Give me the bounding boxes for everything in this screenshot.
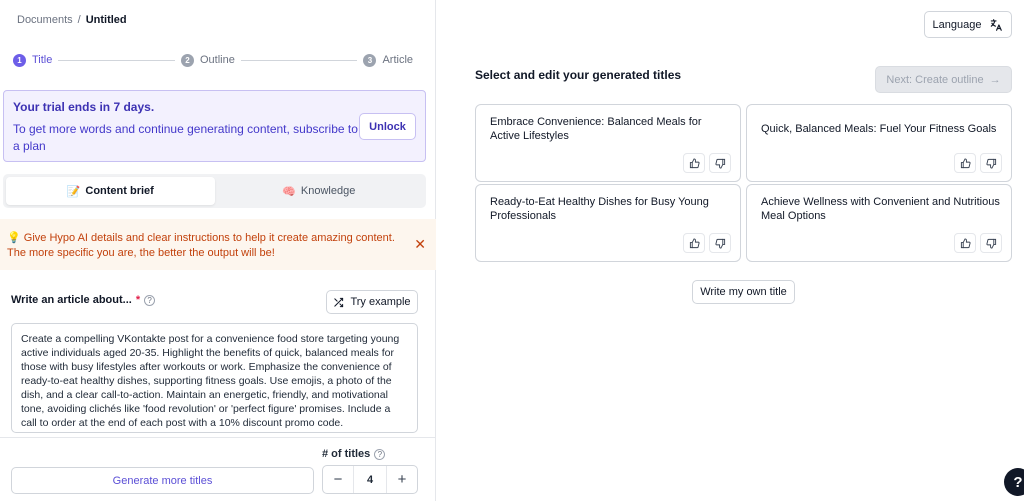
try-example-button[interactable]: Try example <box>326 290 418 314</box>
trial-message: To get more words and continue generatin… <box>13 122 358 153</box>
titles-count-stepper: − 4 + <box>322 465 418 494</box>
tab-knowledge[interactable]: 🧠 Knowledge <box>215 177 424 205</box>
feedback-buttons <box>954 233 1002 253</box>
hint-text: 💡 Give Hypo AI details and clear instruc… <box>7 231 397 261</box>
feedback-buttons <box>954 153 1002 173</box>
memo-icon: 📝 <box>66 185 81 198</box>
close-icon[interactable]: ✕ <box>414 236 426 253</box>
title-text[interactable]: Achieve Wellness with Convenient and Nut… <box>761 195 1001 223</box>
unlock-button[interactable]: Unlock <box>359 113 416 140</box>
tab-label: Knowledge <box>300 185 356 197</box>
breadcrumb-separator: / <box>77 14 81 26</box>
title-card[interactable]: Embrace Convenience: Balanced Meals for … <box>475 104 741 182</box>
hint-message: Give Hypo AI details and clear instructi… <box>7 232 395 259</box>
step-label: Title <box>32 54 53 66</box>
step-title[interactable]: 1 Title <box>13 53 53 67</box>
section-title: Select and edit your generated titles <box>475 68 682 82</box>
article-textarea[interactable]: Create a compelling VKontakte post for a… <box>11 323 418 433</box>
title-text[interactable]: Quick, Balanced Meals: Fuel Your Fitness… <box>761 122 1001 136</box>
titles-count-value[interactable]: 4 <box>353 466 387 493</box>
step-label: Outline <box>199 54 235 66</box>
breadcrumb-documents[interactable]: Documents <box>17 14 73 26</box>
increment-button[interactable]: + <box>387 466 417 493</box>
generate-more-titles-button[interactable]: Generate more titles <box>11 467 314 494</box>
step-number: 1 <box>13 53 26 67</box>
language-button[interactable]: Language <box>924 11 1012 38</box>
decrement-button[interactable]: − <box>323 466 353 493</box>
title-card[interactable]: Quick, Balanced Meals: Fuel Your Fitness… <box>746 104 1012 182</box>
help-icon[interactable]: ? <box>374 448 386 460</box>
step-outline[interactable]: 2 Outline <box>180 53 235 67</box>
step-number: 2 <box>180 53 194 67</box>
thumbs-down-icon[interactable] <box>980 153 1002 173</box>
tab-label: Content brief <box>85 185 154 197</box>
thumbs-down-icon[interactable] <box>980 233 1002 253</box>
breadcrumb: Documents / Untitled <box>17 14 127 26</box>
brief-tabs: 📝 Content brief 🧠 Knowledge <box>3 174 426 208</box>
article-field-label: Write an article about... * ? <box>11 294 156 306</box>
feedback-buttons <box>683 153 731 173</box>
trial-title: Your trial ends in 7 days. <box>13 100 155 114</box>
title-text[interactable]: Embrace Convenience: Balanced Meals for … <box>490 115 730 143</box>
write-own-title-button[interactable]: Write my own title <box>692 280 795 304</box>
step-article[interactable]: 3 Article <box>363 53 414 67</box>
thumbs-down-icon[interactable] <box>709 153 731 173</box>
thumbs-down-icon[interactable] <box>709 233 731 253</box>
language-label: Language <box>932 18 982 31</box>
arrow-right-icon: → <box>989 73 1001 86</box>
divider <box>0 437 436 438</box>
thumbs-up-icon[interactable] <box>683 233 705 253</box>
step-connector <box>58 59 175 61</box>
title-card[interactable]: Ready-to-Eat Healthy Dishes for Busy You… <box>475 184 741 262</box>
right-panel: Language Select and edit your generated … <box>437 0 1024 501</box>
feedback-buttons <box>683 233 731 253</box>
help-button[interactable]: ? <box>1004 468 1024 496</box>
thumbs-up-icon[interactable] <box>683 153 705 173</box>
thumbs-up-icon[interactable] <box>954 153 976 173</box>
left-panel: Documents / Untitled 1 Title 2 Outline 3… <box>0 0 436 501</box>
title-card[interactable]: Achieve Wellness with Convenient and Nut… <box>746 184 1012 262</box>
next-label: Next: Create outline <box>886 73 984 86</box>
titles-count-label-text: # of titles <box>322 448 371 460</box>
title-text[interactable]: Ready-to-Eat Healthy Dishes for Busy You… <box>490 195 730 223</box>
step-label: Article <box>382 54 414 66</box>
tab-content-brief[interactable]: 📝 Content brief <box>6 177 215 205</box>
brain-icon: 🧠 <box>282 185 296 198</box>
titles-count-label: # of titles ? <box>322 448 386 460</box>
step-connector <box>240 59 358 61</box>
required-mark: * <box>135 294 141 306</box>
shuffle-icon <box>334 297 344 307</box>
step-number: 3 <box>363 53 377 67</box>
lightbulb-icon: 💡 <box>7 232 21 244</box>
thumbs-up-icon[interactable] <box>954 233 976 253</box>
hint-banner: 💡 Give Hypo AI details and clear instruc… <box>0 219 436 270</box>
field-label-text: Write an article about... <box>11 294 132 306</box>
progress-stepper: 1 Title 2 Outline 3 Article <box>13 53 413 67</box>
translate-icon <box>991 18 1003 31</box>
next-create-outline-button[interactable]: Next: Create outline → <box>875 66 1012 93</box>
help-icon[interactable]: ? <box>144 294 156 306</box>
try-example-label: Try example <box>350 296 411 308</box>
breadcrumb-current: Untitled <box>85 14 127 26</box>
trial-banner: Your trial ends in 7 days. To get more w… <box>3 90 426 162</box>
